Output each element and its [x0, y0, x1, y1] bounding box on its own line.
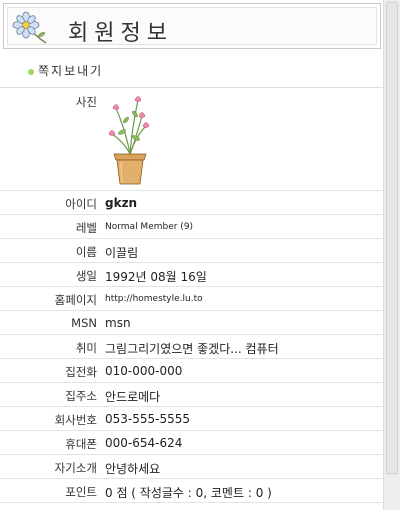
header-inner: 회원정보 — [7, 7, 377, 46]
profile-row-photo: 사진 — [0, 88, 384, 191]
profile-row-level: 레벨 Normal Member (9) — [0, 215, 384, 239]
vertical-scrollbar[interactable] — [383, 0, 400, 510]
office-phone-label: 회사번호 — [54, 413, 97, 427]
flower-icon — [12, 11, 47, 44]
msn-label: MSN — [71, 316, 97, 330]
photo-label: 사진 — [75, 95, 97, 109]
profile-row-homepage: 홈페이지 http://homestyle.lu.to — [0, 287, 384, 311]
birthday-label: 생일 — [75, 269, 97, 283]
page-header: 회원정보 — [3, 3, 381, 49]
hobby-value: 그림그리기였으면 좋겠다... 컴퓨터 — [105, 342, 279, 356]
mobile-label: 휴대폰 — [65, 437, 97, 451]
profile-row-home-phone: 집전화 010-000-000 — [0, 359, 384, 383]
profile-row-points: 포인트 0 점 ( 작성글수 : 0, 코멘트 : 0 ) — [0, 479, 384, 503]
msn-value: msn — [105, 316, 131, 330]
level-value: Normal Member (9) — [105, 222, 194, 232]
name-value: 이끌림 — [105, 246, 139, 260]
profile-row-id: 아이디 gkzn — [0, 191, 384, 215]
intro-value: 안녕하세요 — [105, 462, 161, 476]
green-dot-icon — [28, 68, 34, 75]
homepage-label: 홈페이지 — [54, 293, 97, 307]
id-value: gkzn — [105, 196, 138, 210]
profile-row-name: 이름 이끌림 — [0, 239, 384, 263]
profile-row-mobile: 휴대폰 000-654-624 — [0, 431, 384, 455]
profile-table: 사진 아이디 gkzn 레벨 Normal Member (9) 이름 이끌림 … — [0, 88, 384, 503]
id-label: 아이디 — [65, 197, 97, 211]
profile-row-address: 집주소 안드로메다 — [0, 383, 384, 407]
profile-row-msn: MSN msn — [0, 311, 384, 335]
scrollbar-thumb[interactable] — [386, 2, 398, 474]
address-label: 집주소 — [65, 389, 97, 403]
hobby-label: 취미 — [75, 341, 97, 355]
home-phone-value: 010-000-000 — [105, 364, 183, 378]
page-title: 회원정보 — [68, 21, 173, 46]
profile-row-hobby: 취미 그림그리기였으면 좋겠다... 컴퓨터 — [0, 335, 384, 359]
profile-row-intro: 자기소개 안녕하세요 — [0, 455, 384, 479]
level-label: 레벨 — [75, 221, 97, 235]
points-value: 0 점 ( 작성글수 : 0, 코멘트 : 0 ) — [105, 486, 272, 500]
address-value: 안드로메다 — [105, 390, 161, 404]
flower-pot-image — [108, 96, 150, 185]
points-label: 포인트 — [65, 485, 97, 499]
homepage-link[interactable]: http://homestyle.lu.to — [105, 294, 203, 304]
profile-row-birthday: 생일 1992년 08월 16일 — [0, 263, 384, 287]
birthday-value: 1992년 08월 16일 — [105, 270, 207, 284]
office-phone-value: 053-555-5555 — [105, 412, 191, 426]
mobile-value: 000-654-624 — [105, 436, 183, 450]
name-label: 이름 — [75, 245, 97, 259]
profile-row-office-phone: 회사번호 053-555-5555 — [0, 407, 384, 431]
home-phone-label: 집전화 — [65, 365, 97, 379]
send-message-link[interactable]: 쪽지보내기 — [28, 62, 103, 79]
send-message-label: 쪽지보내기 — [38, 64, 104, 78]
intro-label: 자기소개 — [54, 461, 97, 475]
